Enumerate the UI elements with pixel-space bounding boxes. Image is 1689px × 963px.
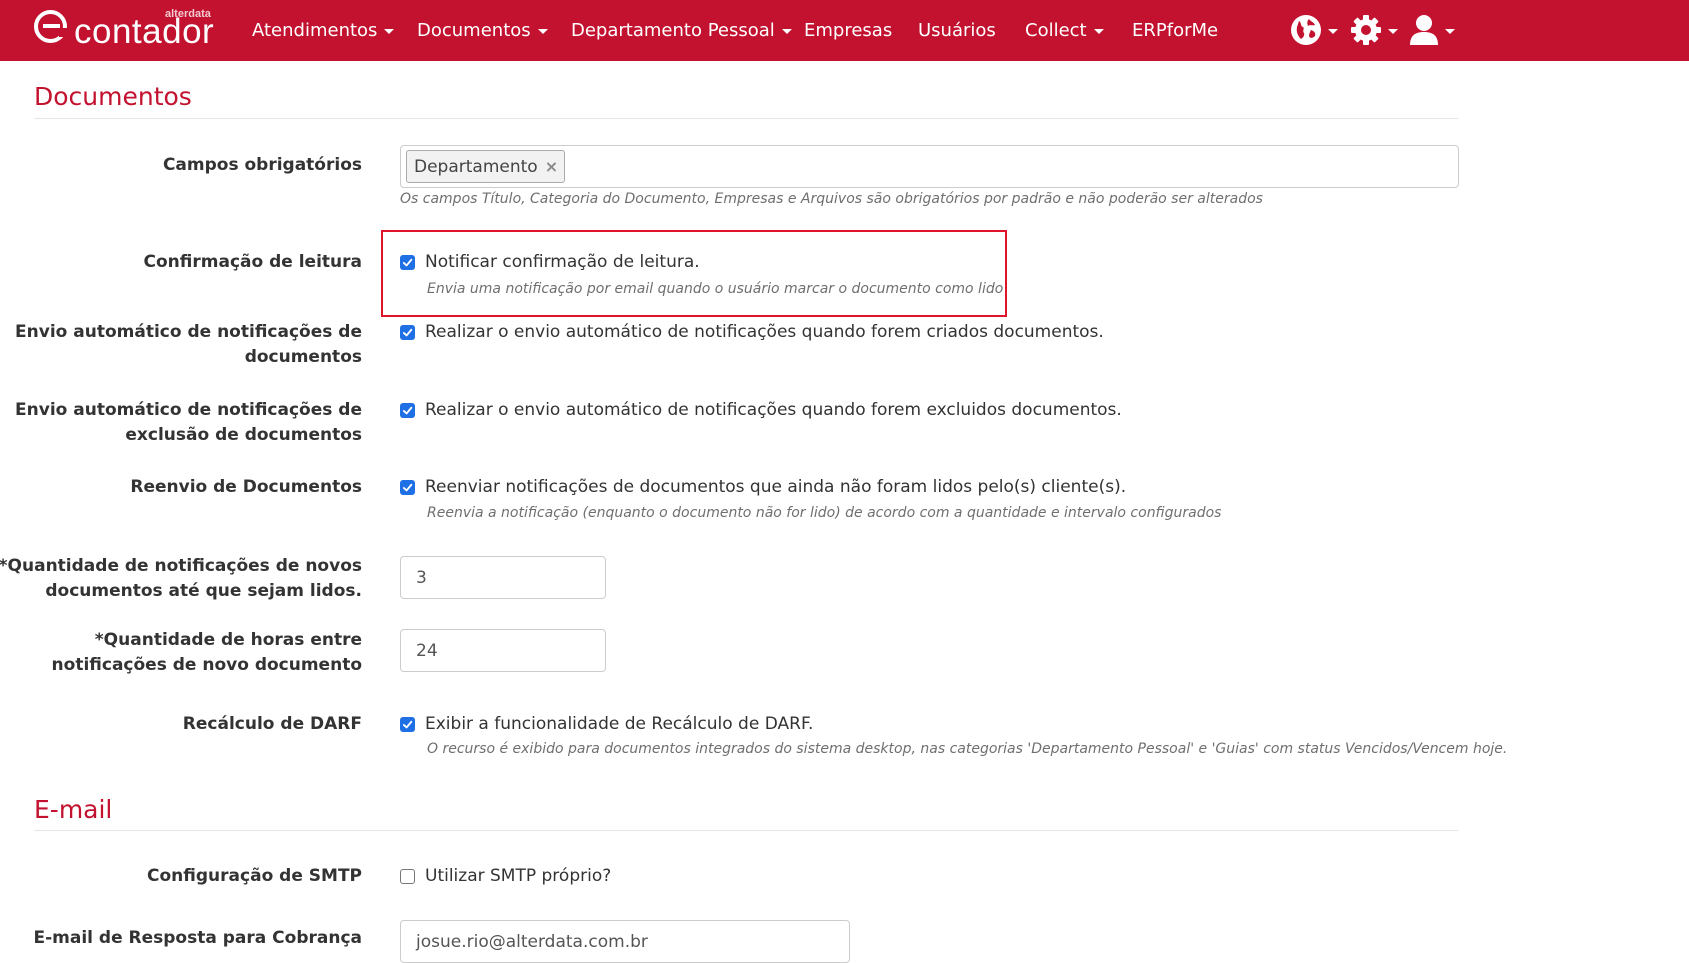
label-horas-line2: notificações de novo documento xyxy=(51,655,362,675)
help-reenvio: Reenvia a notificação (enquanto o docume… xyxy=(427,505,1222,521)
nav-documentos-label: Documentos xyxy=(417,20,531,41)
reenvio-text: Reenviar notificações de documentos que … xyxy=(425,477,1127,497)
help-darf: O recurso é exibido para documentos inte… xyxy=(427,741,1508,757)
label-recalculo-darf: Recálculo de DARF xyxy=(182,714,362,734)
nav-empresas-label: Empresas xyxy=(804,20,893,41)
highlight-annotation-box xyxy=(381,230,1007,317)
nav-settings-menu[interactable] xyxy=(1350,10,1398,50)
nav-language-menu[interactable] xyxy=(1290,10,1338,50)
section-title-documentos: Documentos xyxy=(34,82,192,111)
section-divider xyxy=(34,118,1458,119)
check-icon xyxy=(402,720,413,728)
check-icon xyxy=(402,406,413,414)
globe-icon xyxy=(1291,15,1321,45)
quantidade-notificacoes-input[interactable]: 3 xyxy=(400,556,606,599)
reenvio-row: Reenviar notificações de documentos que … xyxy=(400,477,1126,497)
nav-erpforme[interactable]: ERPforMe xyxy=(1132,0,1218,61)
darf-text: Exibir a funcionalidade de Recálculo de … xyxy=(425,714,814,734)
label-campos-obrigatorios: Campos obrigatórios xyxy=(162,155,362,175)
nav-departamento-pessoal-label: Departamento Pessoal xyxy=(571,20,775,41)
label-configuracao-smtp: Configuração de SMTP xyxy=(147,866,362,886)
nav-collect[interactable]: Collect xyxy=(1025,0,1104,61)
label-confirmacao-leitura: Confirmação de leitura xyxy=(143,252,362,272)
smtp-row: Utilizar SMTP próprio? xyxy=(400,866,611,886)
check-icon xyxy=(402,258,413,266)
envio-exclusao-row: Realizar o envio automático de notificaç… xyxy=(400,400,1122,420)
caret-down-icon xyxy=(781,29,792,34)
section-title-email: E-mail xyxy=(34,795,113,824)
nav-empresas[interactable]: Empresas xyxy=(804,0,892,61)
caret-down-icon xyxy=(1388,28,1398,34)
envio-exclusao-checkbox[interactable] xyxy=(400,402,415,418)
nav-usuarios-label: Usuários xyxy=(918,20,996,41)
caret-down-icon xyxy=(1445,28,1455,34)
nav-erpforme-label: ERPforMe xyxy=(1132,20,1219,41)
label-quantidade-notificacoes: *Quantidade de notificações de novos doc… xyxy=(0,554,362,604)
label-envio-exclusao: Envio automático de notificações de excl… xyxy=(15,398,362,448)
envio-automatico-row: Realizar o envio automático de notificaç… xyxy=(400,322,1104,342)
label-reenvio-documentos: Reenvio de Documentos xyxy=(130,477,362,497)
section-divider xyxy=(34,830,1458,831)
top-navbar: alterdata contador Atendimentos Document… xyxy=(0,0,1689,61)
nav-documentos[interactable]: Documentos xyxy=(417,0,548,61)
logo-e-icon xyxy=(34,10,68,43)
label-quantidade-line1: *Quantidade de notificações de novos xyxy=(0,556,362,576)
help-campos-obrigatorios: Os campos Título, Categoria do Documento… xyxy=(400,191,1263,207)
confirmacao-leitura-text: Notificar confirmação de leitura. xyxy=(425,252,700,272)
caret-down-icon xyxy=(384,29,395,34)
envio-exclusao-text: Realizar o envio automático de notificaç… xyxy=(425,400,1122,420)
tag-departamento: Departamento × xyxy=(406,150,566,183)
label-envio-exclusao-line1: Envio automático de notificações de xyxy=(15,400,362,420)
darf-row: Exibir a funcionalidade de Recálculo de … xyxy=(400,714,813,734)
envio-automatico-checkbox[interactable] xyxy=(400,324,415,340)
brand-name: contador xyxy=(74,12,215,51)
label-horas-line1: *Quantidade de horas entre xyxy=(94,630,362,650)
caret-down-icon xyxy=(537,29,548,34)
nav-atendimentos-label: Atendimentos xyxy=(252,20,378,41)
tag-label: Departamento xyxy=(414,156,538,177)
check-icon xyxy=(402,483,413,491)
label-envio-automatico-line1: Envio automático de notificações de xyxy=(15,322,362,342)
check-icon xyxy=(402,328,413,336)
nav-atendimentos[interactable]: Atendimentos xyxy=(252,0,395,61)
label-envio-automatico-line2: documentos xyxy=(244,347,362,367)
reenvio-checkbox[interactable] xyxy=(400,479,415,495)
nav-user-menu[interactable] xyxy=(1409,10,1455,50)
label-envio-exclusao-line2: exclusão de documentos xyxy=(125,425,362,445)
label-email-resposta: E-mail de Resposta para Cobrança xyxy=(33,928,362,948)
campos-obrigatorios-select[interactable]: Departamento × xyxy=(400,145,1459,188)
help-confirmacao-leitura: Envia uma notificação por email quando o… xyxy=(427,281,1004,297)
nav-usuarios[interactable]: Usuários xyxy=(918,0,996,61)
email-resposta-input[interactable]: josue.rio@alterdata.com.br xyxy=(400,920,850,963)
label-quantidade-line2: documentos até que sejam lidos. xyxy=(45,581,362,601)
confirmacao-leitura-checkbox[interactable] xyxy=(400,254,415,270)
nav-collect-label: Collect xyxy=(1025,20,1087,41)
darf-checkbox[interactable] xyxy=(400,716,415,732)
envio-automatico-text: Realizar o envio automático de notificaç… xyxy=(425,322,1104,342)
label-envio-automatico: Envio automático de notificações de docu… xyxy=(15,320,362,370)
quantidade-horas-input[interactable]: 24 xyxy=(400,629,606,672)
smtp-checkbox[interactable] xyxy=(400,868,415,884)
caret-down-icon xyxy=(1328,28,1338,34)
user-icon xyxy=(1410,15,1438,45)
remove-tag-icon[interactable]: × xyxy=(545,157,558,176)
gear-icon xyxy=(1351,15,1381,45)
nav-departamento-pessoal[interactable]: Departamento Pessoal xyxy=(571,0,792,61)
smtp-text: Utilizar SMTP próprio? xyxy=(425,866,612,886)
brand-logo[interactable]: alterdata contador xyxy=(34,8,218,54)
label-quantidade-horas: *Quantidade de horas entre notificações … xyxy=(52,628,362,678)
confirmacao-leitura-row: Notificar confirmação de leitura. xyxy=(400,252,700,272)
caret-down-icon xyxy=(1093,29,1104,34)
